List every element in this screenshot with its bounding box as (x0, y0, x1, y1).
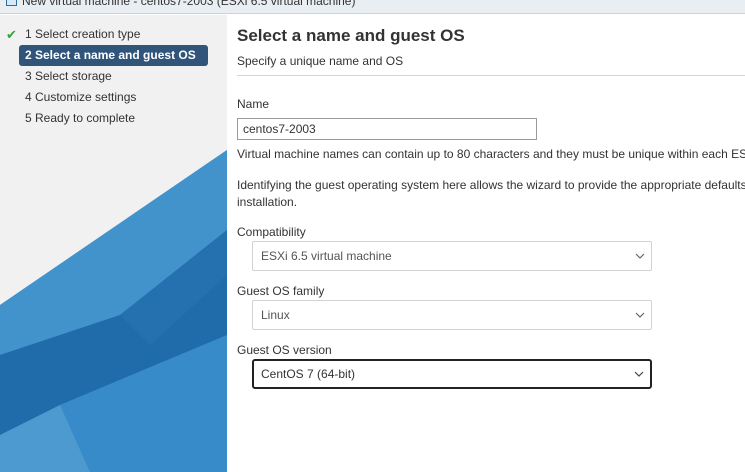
compatibility-label: Compatibility (237, 225, 306, 239)
page-subtitle: Specify a unique name and OS (237, 54, 404, 68)
step-label: 3 Select storage (25, 69, 112, 83)
step-select-creation-type[interactable]: ✔ 1 Select creation type (0, 24, 227, 45)
page-title: Select a name and guest OS (237, 26, 465, 45)
window-title-bar: New virtual machine - centos7-2003 (ESXi… (0, 0, 745, 14)
step-select-storage[interactable]: 3 Select storage (0, 66, 227, 87)
step-label: 2 Select a name and guest OS (25, 48, 196, 62)
window-title: New virtual machine - centos7-2003 (ESXi… (22, 0, 356, 8)
step-select-name-and-guest-os[interactable]: 2 Select a name and guest OS (19, 45, 208, 66)
os-help-text: Identifying the guest operating system h… (237, 178, 745, 192)
os-family-label: Guest OS family (237, 284, 325, 298)
step-label: 4 Customize settings (25, 90, 137, 104)
guest-os-version-select[interactable]: CentOS 7 (64-bit) (252, 359, 652, 389)
os-help-text-continued: installation. (237, 195, 298, 209)
wizard-content: Select a name and guest OS Specify a uni… (227, 15, 745, 472)
compatibility-select[interactable]: ESXi 6.5 virtual machine (252, 241, 652, 271)
os-version-value: CentOS 7 (64-bit) (261, 367, 356, 381)
chevron-down-icon (635, 253, 645, 259)
step-label: 5 Ready to complete (25, 111, 136, 125)
chevron-down-icon (634, 371, 644, 377)
chevron-down-icon (635, 312, 645, 318)
check-icon: ✔ (6, 27, 17, 42)
vm-name-input[interactable] (237, 118, 537, 140)
os-version-label: Guest OS version (237, 343, 332, 357)
guest-os-family-select[interactable]: Linux (252, 300, 652, 330)
step-ready-to-complete[interactable]: 5 Ready to complete (0, 108, 227, 129)
wizard-steps: ✔ 1 Select creation type 2 Select a name… (0, 24, 227, 129)
os-family-value: Linux (261, 308, 290, 322)
step-label: 1 Select creation type (25, 27, 141, 41)
name-help-text: Virtual machine names can contain up to … (237, 147, 745, 161)
name-label: Name (237, 97, 270, 111)
wizard-sidebar: ✔ 1 Select creation type 2 Select a name… (0, 15, 227, 472)
vm-window-icon (6, 0, 17, 6)
step-customize-settings[interactable]: 4 Customize settings (0, 87, 227, 108)
title-divider (237, 75, 745, 76)
compatibility-value: ESXi 6.5 virtual machine (261, 249, 392, 263)
